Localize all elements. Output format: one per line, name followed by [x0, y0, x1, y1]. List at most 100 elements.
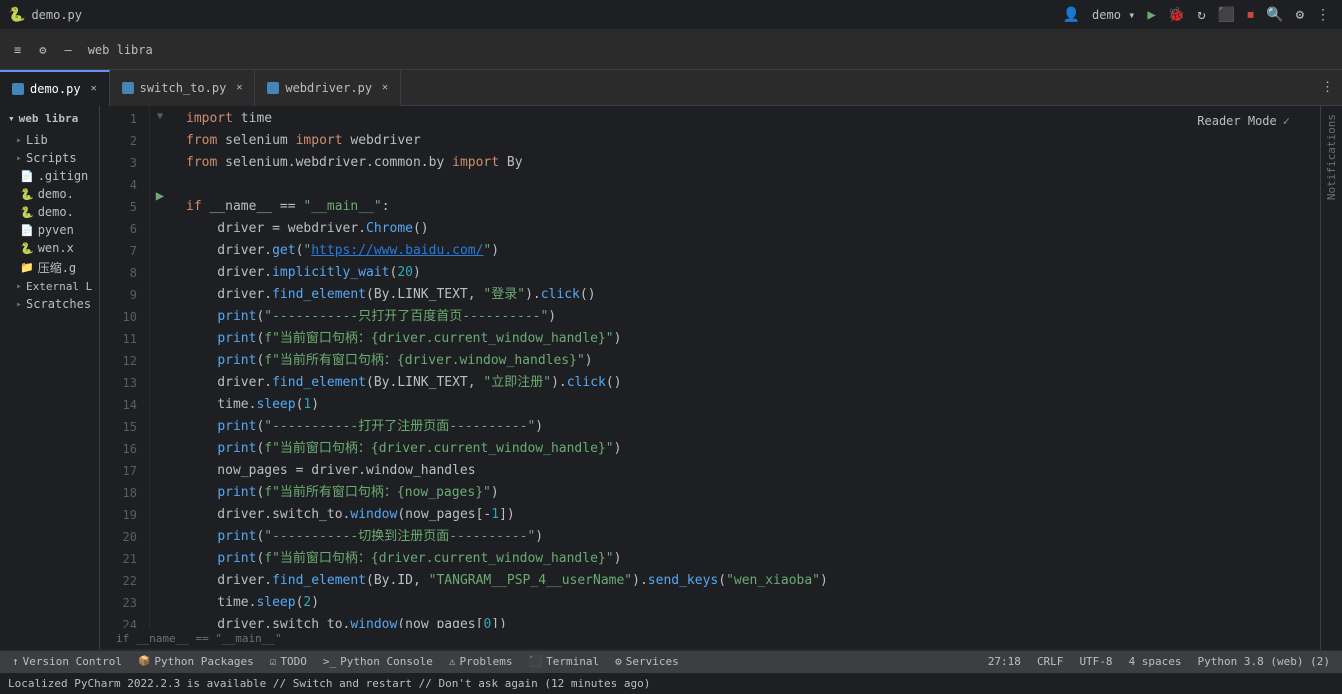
sidebar-item-zip[interactable]: 📁 压缩.g — [0, 257, 99, 278]
minimize-btn[interactable]: — — [58, 40, 77, 60]
sidebar-item-scratches[interactable]: ▸ Scratches — [0, 295, 99, 313]
fn-print-11: print — [217, 328, 256, 350]
fn-click-13: click — [567, 372, 606, 394]
more-actions-icon[interactable]: ⋮ — [1312, 5, 1334, 25]
file-icon-zip: 📁 — [20, 261, 34, 274]
debug-icon[interactable]: 🐞 — [1164, 5, 1189, 25]
services-btn[interactable]: ⚙ Services — [607, 651, 687, 673]
sidebar-item-label-demo1: demo. — [38, 187, 74, 201]
sidebar: ▾ web libra ▸ Lib ▸ Scripts 📄 .gitign 🐍 … — [0, 106, 100, 650]
fn-print-20: print — [217, 526, 256, 548]
code-text-20a: ( — [256, 526, 264, 548]
sidebar-item-external[interactable]: ▸ External L — [0, 278, 99, 295]
ln-21: 21 — [100, 548, 137, 570]
profiler-icon[interactable]: ⬛ — [1214, 5, 1239, 25]
code-text-22a: (By.ID, — [366, 570, 429, 592]
python-console-btn[interactable]: >_ Python Console — [315, 651, 441, 673]
sidebar-item-pyvenv[interactable]: 📄 pyven — [0, 221, 99, 239]
code-text-5b: : — [382, 196, 390, 218]
python-packages-btn[interactable]: 📦 Python Packages — [130, 651, 262, 673]
tab-close-demo[interactable]: ✕ — [91, 83, 97, 94]
code-text-20b: ) — [535, 526, 543, 548]
code-text-2b: webdriver — [343, 130, 421, 152]
tab-switch-to[interactable]: switch_to.py ✕ — [110, 70, 256, 106]
tab-demo[interactable]: demo.py ✕ — [0, 70, 110, 106]
run-indicator-icon[interactable]: ▶ — [156, 188, 164, 204]
tab-close-webdriver[interactable]: ✕ — [382, 82, 388, 93]
todo-btn[interactable]: ☑ TODO — [262, 651, 315, 673]
code-indent-11 — [186, 328, 217, 350]
num-23: 2 — [303, 592, 311, 614]
file-icon-demo2: 🐍 — [20, 206, 34, 219]
ln-2: 2 — [100, 130, 137, 152]
title-bar: 🐍 demo.py 👤 demo ▾ ▶ 🐞 ↻ ⬛ ⏹ 🔍 ⚙ ⋮ — [0, 0, 1342, 30]
ln-1: 1 — [100, 108, 137, 130]
terminal-label: Terminal — [546, 655, 599, 668]
code-indent-12 — [186, 350, 217, 372]
tab-label-switch: switch_to.py — [140, 81, 227, 95]
toolbar: ≡ ⚙ — web libra — [0, 30, 1342, 70]
settings-icon[interactable]: ⚙ — [1292, 5, 1308, 25]
sidebar-item-gitignore[interactable]: 📄 .gitign — [0, 167, 99, 185]
fn-sendkeys-22: send_keys — [648, 570, 718, 592]
run-icon[interactable]: ▶ — [1143, 5, 1159, 25]
search-everywhere-icon[interactable]: 🔍 — [1262, 5, 1287, 25]
tabs-bar: demo.py ✕ switch_to.py ✕ webdriver.py ✕ … — [0, 70, 1342, 106]
code-indent-14: time. — [186, 394, 256, 416]
coverage-icon[interactable]: ↻ — [1193, 5, 1209, 25]
code-line-7: driver.get("https://www.baidu.com/") — [186, 240, 1320, 262]
sidebar-item-demo2[interactable]: 🐍 demo. — [0, 203, 99, 221]
position-btn[interactable]: 27:18 — [980, 651, 1029, 673]
indent-btn[interactable]: 4 spaces — [1121, 651, 1190, 673]
line-ending-btn[interactable]: CRLF — [1029, 651, 1072, 673]
code-line-9: driver.find_element(By.LINK_TEXT, "登录").… — [186, 284, 1320, 306]
tab-close-switch[interactable]: ✕ — [236, 82, 242, 93]
tabs-overflow-btn[interactable]: ⋮ — [1313, 80, 1342, 95]
str-url-close-7: " — [483, 240, 491, 262]
settings-btn[interactable]: ⚙ — [33, 40, 52, 60]
code-line-16: print(f"当前窗口句柄：{driver.current_window_ha… — [186, 438, 1320, 460]
code-text-2a: selenium — [217, 130, 295, 152]
line-ending-label: CRLF — [1037, 655, 1064, 668]
hamburger-icon[interactable]: ≡ — [8, 40, 27, 60]
sidebar-item-lib[interactable]: ▸ Lib — [0, 131, 99, 149]
fn-window-24: window — [350, 614, 397, 628]
code-indent-19: driver.switch_to. — [186, 504, 350, 526]
ln-13: 13 — [100, 372, 137, 394]
code-line-10: print("-----------只打开了百度首页----------") — [186, 306, 1320, 328]
code-text-16a: ( — [256, 438, 264, 460]
tab-label-demo: demo.py — [30, 82, 81, 96]
sidebar-item-scripts[interactable]: ▸ Scripts — [0, 149, 99, 167]
main-area: ▾ web libra ▸ Lib ▸ Scripts 📄 .gitign 🐍 … — [0, 106, 1342, 650]
ln-20: 20 — [100, 526, 137, 548]
code-close-24: ]) — [491, 614, 507, 628]
stop-icon[interactable]: ⏹ — [1243, 5, 1258, 25]
sidebar-collapse-icon: ▾ — [8, 112, 15, 125]
sidebar-item-demo1[interactable]: 🐍 demo. — [0, 185, 99, 203]
sidebar-item-wen[interactable]: 🐍 wen.x — [0, 239, 99, 257]
ln-12: 12 — [100, 350, 137, 372]
code-text-23a: ( — [296, 592, 304, 614]
sidebar-item-label-zip: 压缩.g — [38, 259, 76, 276]
tab-webdriver[interactable]: webdriver.py ✕ — [255, 70, 401, 106]
run-config-label[interactable]: demo ▾ — [1088, 6, 1139, 24]
python-version-btn[interactable]: Python 3.8 (web) (2) — [1190, 651, 1338, 673]
encoding-btn[interactable]: UTF-8 — [1071, 651, 1120, 673]
version-control-btn[interactable]: ↑ Version Control — [4, 651, 130, 673]
tab-icon-switch — [122, 82, 134, 94]
code-editor[interactable]: 1 2 3 4 5 6 7 8 9 10 11 12 13 14 15 16 1… — [100, 106, 1320, 628]
terminal-btn[interactable]: ⬛ Terminal — [520, 651, 607, 673]
ln-14: 14 — [100, 394, 137, 416]
problems-btn[interactable]: ⚠ Problems — [441, 651, 521, 673]
code-text-8: ( — [390, 262, 398, 284]
sidebar-project-header[interactable]: ▾ web libra — [0, 106, 99, 131]
indent-label: 4 spaces — [1129, 655, 1182, 668]
num-14: 1 — [303, 394, 311, 416]
profile-icon[interactable]: 👤 — [1059, 5, 1084, 25]
ln-16: 16 — [100, 438, 137, 460]
fn-sleep-14: sleep — [256, 394, 295, 416]
fn-print-10: print — [217, 306, 256, 328]
code-content[interactable]: import time from selenium import webdriv… — [170, 106, 1320, 628]
gutter-5[interactable]: ▶ — [156, 186, 164, 206]
code-line-22: driver.find_element(By.ID, "TANGRAM__PSP… — [186, 570, 1320, 592]
